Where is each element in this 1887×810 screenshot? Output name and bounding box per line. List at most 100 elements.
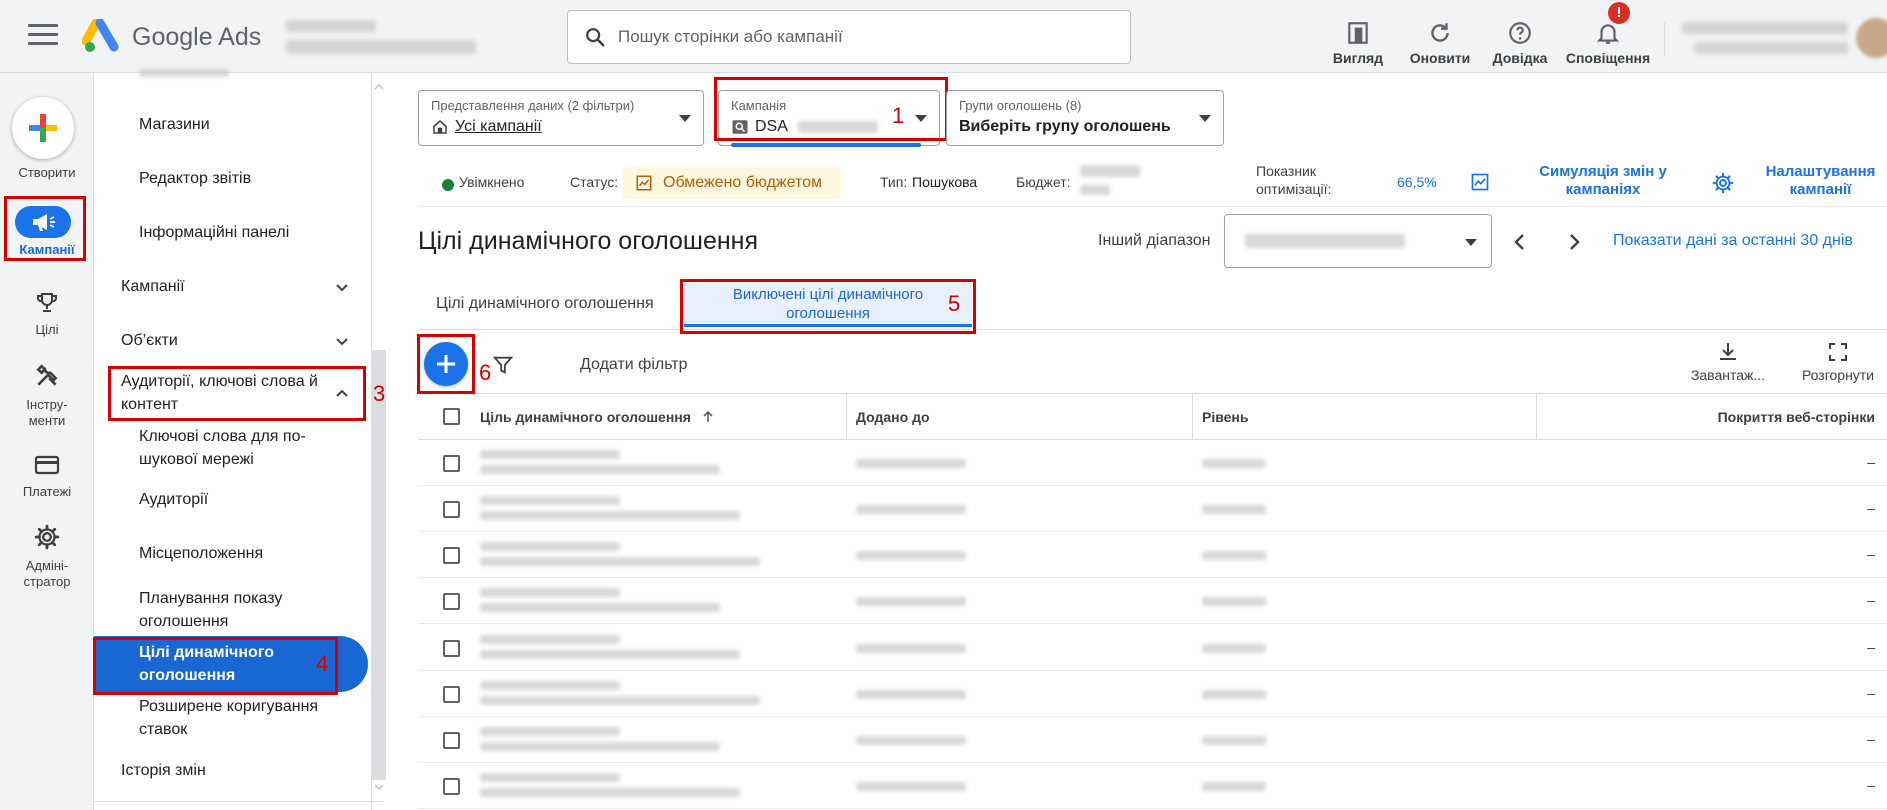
scroll-up-icon[interactable]	[374, 83, 384, 91]
row-target-blurred	[480, 496, 620, 505]
nav-item-ad-schedule-2[interactable]: оголошення	[139, 610, 228, 633]
table-row[interactable]: –	[418, 578, 1887, 624]
col-header-coverage[interactable]: Покриття веб-сторінки	[1718, 409, 1875, 425]
sort-arrow-up-icon	[703, 410, 713, 422]
data-view-value: Усі кампанії	[455, 118, 542, 135]
user-account[interactable]	[1682, 16, 1848, 58]
notifications-button[interactable]: ! Сповіщення	[1566, 2, 1650, 66]
view-label: Вигляд	[1332, 50, 1384, 66]
tools-icon[interactable]	[31, 362, 63, 390]
date-range-picker[interactable]	[1224, 214, 1492, 268]
nav-section-assets[interactable]: Об’єкти	[121, 329, 178, 352]
nav-section-campaigns[interactable]: Кампанії	[121, 275, 185, 298]
data-view-picker[interactable]: Представлення даних (2 фільтри) Усі камп…	[418, 90, 704, 146]
table-row[interactable]: –	[418, 532, 1887, 578]
type-value: Пошукова	[912, 174, 978, 190]
table-row[interactable]: –	[418, 440, 1887, 486]
menu-icon[interactable]	[28, 24, 58, 48]
table-row[interactable]: –	[418, 624, 1887, 671]
avatar[interactable]	[1856, 18, 1887, 58]
google-ads-logo-icon	[82, 19, 119, 52]
simulate-link-1[interactable]: Симуляція змін у	[1528, 163, 1678, 180]
col-header-level[interactable]: Рівень	[1202, 409, 1249, 425]
help-button[interactable]: Довідка	[1490, 8, 1550, 66]
row-checkbox[interactable]	[443, 732, 460, 749]
nav-item-stores[interactable]: Магазини	[139, 113, 210, 136]
row-url-blurred	[480, 557, 760, 566]
row-checkbox[interactable]	[443, 640, 460, 657]
nav-item-dashboards[interactable]: Інформаційні панелі	[139, 221, 289, 244]
simulation-icon[interactable]	[1470, 172, 1490, 192]
row-checkbox[interactable]	[443, 501, 460, 518]
nav-item-locations[interactable]: Місцеположення	[139, 542, 263, 565]
view-button[interactable]: Вигляд	[1330, 8, 1386, 66]
row-checkbox[interactable]	[443, 547, 460, 564]
nav-item-audiences[interactable]: Аудиторії	[139, 488, 208, 511]
scroll-down-icon[interactable]	[374, 783, 384, 791]
row-checkbox[interactable]	[443, 593, 460, 610]
table-row[interactable]: –	[418, 671, 1887, 717]
add-filter-button[interactable]: Додати фільтр	[580, 356, 688, 374]
account-info[interactable]	[286, 18, 476, 58]
nav-item-ad-schedule-1[interactable]: Планування показу	[139, 587, 282, 610]
row-level-blurred	[1202, 597, 1266, 606]
chevron-left-icon[interactable]	[1506, 228, 1534, 256]
card-icon[interactable]	[31, 451, 63, 479]
simulate-link-2[interactable]: кампаніях	[1528, 181, 1678, 198]
nav-item-cut	[139, 69, 229, 77]
gear-icon[interactable]	[31, 523, 63, 551]
row-checkbox[interactable]	[443, 686, 460, 703]
col-header-target[interactable]: Ціль динамічного оголошення	[480, 409, 715, 425]
chevron-down-icon[interactable]	[334, 334, 350, 350]
create-button[interactable]	[12, 97, 74, 159]
row-checkbox[interactable]	[443, 455, 460, 472]
trophy-icon[interactable]	[31, 289, 63, 317]
tabs-bar: Цілі динамічного оголошення Виключені ці…	[418, 275, 1887, 334]
ad-groups-picker[interactable]: Групи оголошень (8) Виберіть групу оголо…	[946, 90, 1224, 146]
campaign-underline	[731, 143, 921, 147]
table-row[interactable]: –	[418, 763, 1887, 809]
nav-item-report-editor[interactable]: Редактор звітів	[139, 167, 251, 190]
help-label: Довідка	[1492, 50, 1548, 66]
col-header-added-to[interactable]: Додано до	[856, 409, 930, 425]
download-button[interactable]: Завантаж...	[1688, 340, 1768, 383]
row-coverage: –	[1867, 592, 1875, 608]
home-icon	[433, 120, 447, 134]
row-url-blurred	[480, 603, 720, 612]
nav-item-advanced-bid-1[interactable]: Розширене коригування	[139, 695, 318, 718]
caret-down-icon	[1199, 115, 1211, 122]
table-row[interactable]: –	[418, 486, 1887, 532]
notification-badge: !	[1608, 2, 1630, 24]
nav-scrollbar[interactable]	[372, 350, 386, 780]
last-30-days-link[interactable]: Показати дані за останні 30 днів	[1613, 232, 1853, 250]
optimization-label-2: оптимізації:	[1256, 181, 1332, 197]
settings-link-1[interactable]: Налаштування	[1758, 163, 1883, 180]
google-ads-logo[interactable]: Google Ads	[82, 18, 261, 56]
settings-gear-icon[interactable]	[1712, 172, 1734, 194]
annotation-box-3	[108, 366, 366, 421]
chevron-right-icon[interactable]	[1560, 228, 1588, 256]
nav-item-search-keywords-2[interactable]: шукової мережі	[139, 448, 254, 471]
enabled-status[interactable]: Увімкнено	[459, 174, 524, 190]
search-box[interactable]: Пошук сторінки або кампанії	[567, 10, 1131, 64]
nav-item-search-keywords-1[interactable]: Ключові слова для по-	[139, 425, 306, 448]
nav-item-change-history[interactable]: Історія змін	[121, 759, 206, 782]
table-row[interactable]: –	[418, 717, 1887, 763]
budget-limited-chip[interactable]: Обмежено бюджетом	[623, 167, 841, 199]
row-checkbox[interactable]	[443, 778, 460, 795]
search-placeholder: Пошук сторінки або кампанії	[618, 27, 843, 46]
settings-link-2[interactable]: кампанії	[1758, 181, 1883, 198]
chevron-down-icon[interactable]	[334, 280, 350, 296]
nav-item-advanced-bid-2[interactable]: ставок	[139, 718, 187, 741]
row-level-blurred	[1202, 736, 1266, 745]
campaign-status-bar: Увімкнено Статус: Обмежено бюджетом Тип:…	[418, 157, 1887, 207]
filter-icon[interactable]	[492, 354, 514, 376]
row-coverage: –	[1867, 731, 1875, 747]
refresh-button[interactable]: Оновити	[1408, 8, 1472, 66]
download-icon	[1720, 343, 1736, 360]
tab-dsa-targets[interactable]: Цілі динамічного оголошення	[436, 295, 654, 313]
select-all-checkbox[interactable]	[443, 408, 460, 425]
optimization-score[interactable]: 66,5%	[1397, 174, 1437, 190]
expand-button[interactable]: Розгорнути	[1798, 340, 1878, 383]
row-level-blurred	[1202, 505, 1266, 514]
